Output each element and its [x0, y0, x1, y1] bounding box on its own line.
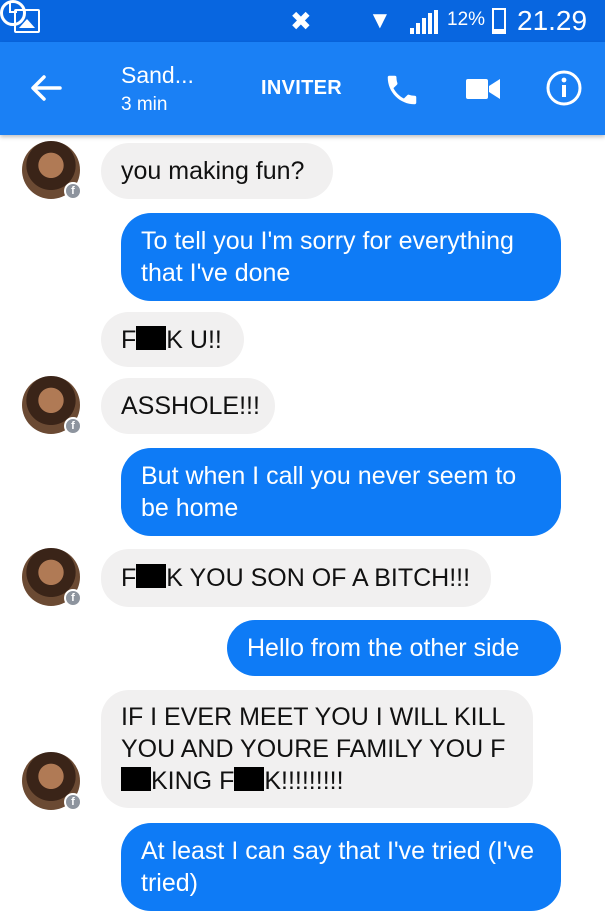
- incoming-message[interactable]: FK YOU SON OF A BITCH!!!: [101, 549, 491, 607]
- facebook-badge-icon: f: [64, 182, 82, 200]
- phone-icon[interactable]: [383, 71, 421, 109]
- video-camera-icon[interactable]: [465, 75, 501, 103]
- message-thread[interactable]: f f f f you making fun? To tell you I'm …: [0, 135, 605, 916]
- outgoing-message[interactable]: Hello from the other side: [227, 620, 561, 676]
- censor-bar: [136, 564, 167, 588]
- contact-avatar[interactable]: f: [22, 141, 82, 200]
- contact-name[interactable]: Sand...: [121, 62, 194, 89]
- info-icon[interactable]: [545, 69, 583, 107]
- signal-icon: [410, 10, 438, 34]
- outgoing-message[interactable]: But when I call you never seem to be hom…: [121, 448, 561, 536]
- censor-bar: [136, 325, 167, 350]
- clock: 21.29: [517, 5, 588, 36]
- mute-icon: ✖: [290, 6, 312, 36]
- censor-bar: [121, 767, 151, 791]
- facebook-badge-icon: f: [64, 417, 82, 435]
- conversation-header: Sand... 3 min INVITER: [0, 42, 605, 135]
- censor-bar: [234, 767, 265, 791]
- incoming-message[interactable]: IF I EVER MEET YOU I WILL KILL YOU AND Y…: [101, 690, 533, 808]
- facebook-badge-icon: f: [64, 589, 82, 607]
- facebook-badge-icon: f: [64, 793, 82, 811]
- contact-avatar[interactable]: f: [22, 752, 82, 811]
- battery-icon: [492, 8, 506, 34]
- invite-button[interactable]: INVITER: [261, 77, 342, 100]
- contact-avatar[interactable]: f: [22, 548, 82, 607]
- incoming-message[interactable]: ASSHOLE!!!: [101, 378, 275, 434]
- back-arrow-icon[interactable]: [28, 70, 64, 106]
- contact-avatar[interactable]: f: [22, 376, 82, 435]
- incoming-message[interactable]: FK U!!: [101, 312, 244, 367]
- gallery-notification-icon: [14, 9, 40, 33]
- contact-active-status: 3 min: [121, 94, 168, 115]
- incoming-message[interactable]: you making fun?: [101, 143, 333, 199]
- outgoing-message[interactable]: To tell you I'm sorry for everything tha…: [121, 213, 561, 301]
- wifi-icon: ▼: [368, 7, 392, 34]
- battery-percent: 12%: [447, 9, 486, 30]
- status-bar: ✖ ▼ 12% 21.29: [0, 0, 605, 42]
- outgoing-message[interactable]: At least I can say that I've tried (I've…: [121, 823, 561, 911]
